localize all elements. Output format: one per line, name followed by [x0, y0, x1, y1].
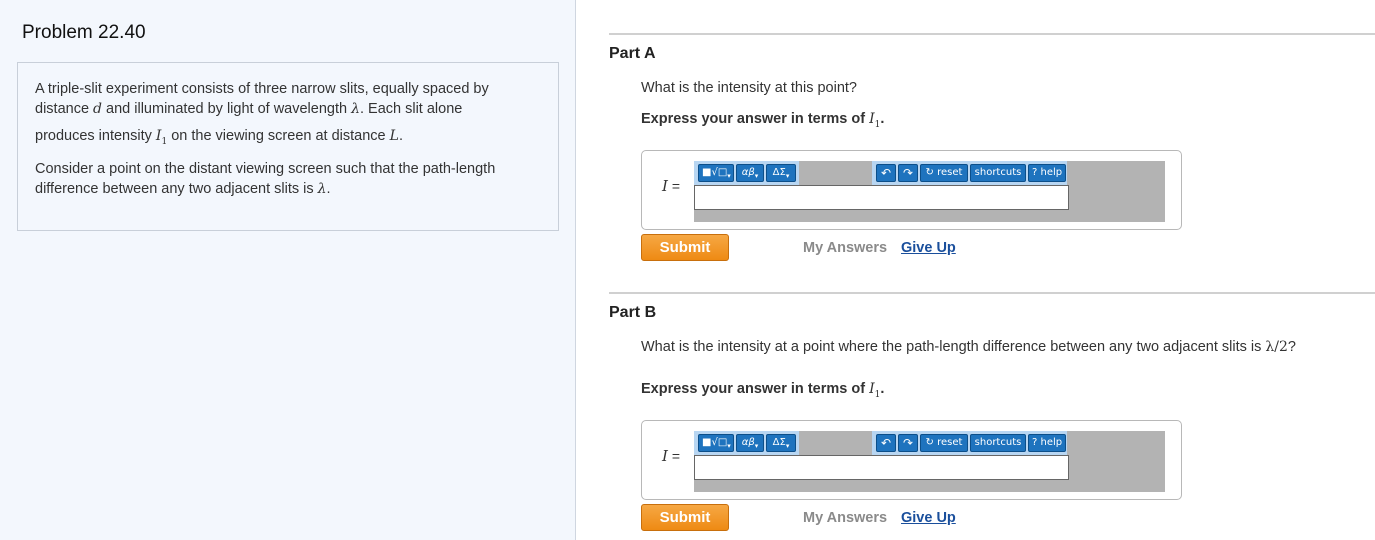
reset-button[interactable]: ↻ reset: [920, 164, 968, 182]
reset-button[interactable]: ↻ reset: [920, 434, 968, 452]
help-button[interactable]: ? help: [1028, 434, 1066, 452]
part-b-divider: [609, 292, 1375, 294]
part-b-give-up-link[interactable]: Give Up: [901, 510, 956, 526]
shortcuts-button[interactable]: shortcuts: [970, 434, 1026, 452]
part-a-give-up-link[interactable]: Give Up: [901, 240, 956, 256]
var-lambda: λ: [317, 180, 327, 197]
greek-letters-button[interactable]: αβ▾: [736, 434, 764, 452]
part-a-divider: [609, 33, 1375, 35]
var-I1: I1: [155, 128, 168, 147]
problem-title: Problem 22.40: [22, 22, 146, 43]
part-a-instruction: Express your answer in terms of I1.: [641, 111, 885, 130]
answer-variable-label: I =: [662, 447, 681, 465]
redo-icon[interactable]: ↷: [898, 434, 918, 452]
templates-menu-button[interactable]: ■√□▾: [698, 434, 734, 452]
part-a-my-answers-link[interactable]: My Answers: [803, 240, 887, 256]
symbols-menu-button[interactable]: ΔΣ▾: [766, 434, 796, 452]
problem-statement: A triple-slit experiment consists of thr…: [17, 62, 559, 231]
part-b-my-answers-link[interactable]: My Answers: [803, 510, 887, 526]
var-d: d: [93, 101, 103, 117]
part-b-answer-input[interactable]: [694, 455, 1069, 480]
var-I1: I1: [869, 381, 881, 400]
part-a-title: Part A: [609, 45, 656, 62]
shortcuts-button[interactable]: shortcuts: [970, 164, 1026, 182]
part-b-instruction: Express your answer in terms of I1.: [641, 381, 885, 400]
problem-paragraph-1: A triple-slit experiment consists of thr…: [35, 81, 489, 117]
greek-letters-button[interactable]: αβ▾: [736, 164, 764, 182]
symbols-menu-button[interactable]: ΔΣ▾: [766, 164, 796, 182]
part-a-submit-button[interactable]: Submit: [641, 234, 729, 261]
var-L: L: [389, 128, 399, 144]
problem-pane: Problem 22.40 A triple-slit experiment c…: [0, 0, 576, 540]
problem-paragraph-3: Consider a point on the distant viewing …: [35, 160, 496, 197]
part-a-question: What is the intensity at this point?: [641, 80, 857, 96]
redo-icon[interactable]: ↷: [898, 164, 918, 182]
part-a-answer-input[interactable]: [694, 185, 1069, 210]
templates-menu-button[interactable]: ■√□▾: [698, 164, 734, 182]
lambda-over-2: λ/2: [1265, 339, 1288, 355]
var-lambda: λ: [351, 101, 360, 117]
part-a-answer-area: I = ■√□▾ αβ▾ ΔΣ▾ ↶ ↷ ↻ reset shortcuts ?…: [641, 150, 1182, 230]
undo-icon[interactable]: ↶: [876, 434, 896, 452]
undo-icon[interactable]: ↶: [876, 164, 896, 182]
var-I1: I1: [869, 111, 881, 130]
math-toolbar: ■√□▾ αβ▾ ΔΣ▾ ↶ ↷ ↻ reset shortcuts ? hel…: [694, 161, 1165, 185]
part-b-answer-area: I = ■√□▾ αβ▾ ΔΣ▾ ↶ ↷ ↻ reset shortcuts ?…: [641, 420, 1182, 500]
part-b-title: Part B: [609, 304, 657, 321]
math-toolbar: ■√□▾ αβ▾ ΔΣ▾ ↶ ↷ ↻ reset shortcuts ? hel…: [694, 431, 1165, 455]
answer-variable-label: I =: [662, 177, 681, 195]
part-b-question: What is the intensity at a point where t…: [641, 339, 1296, 355]
help-button[interactable]: ? help: [1028, 164, 1066, 182]
problem-paragraph-2: produces intensity I1 on the viewing scr…: [35, 128, 403, 147]
part-b-submit-button[interactable]: Submit: [641, 504, 729, 531]
